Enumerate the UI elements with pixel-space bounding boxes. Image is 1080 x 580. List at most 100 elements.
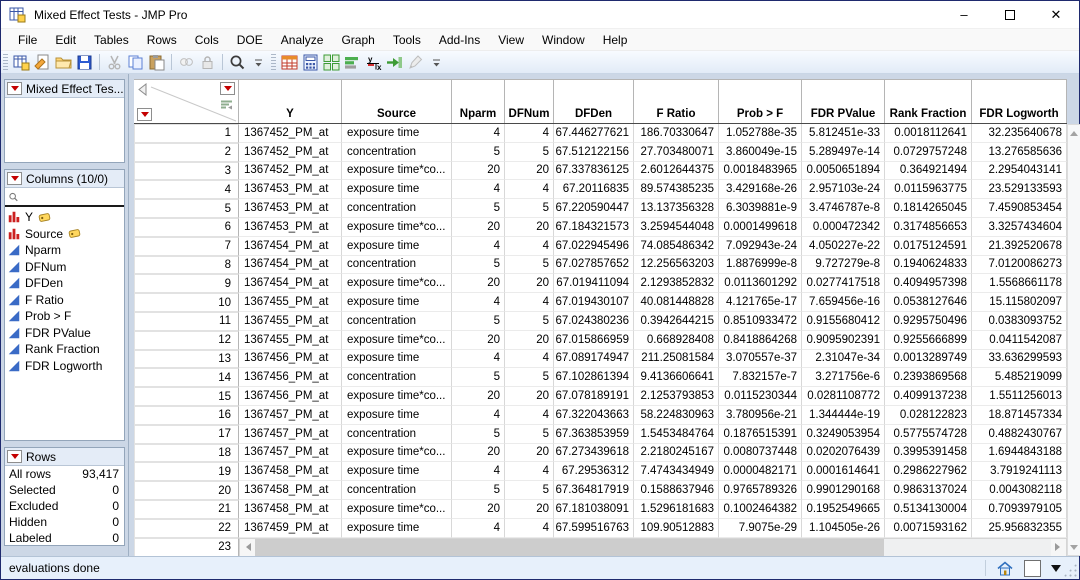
table-cell[interactable]: 0.0383093752 bbox=[972, 312, 1067, 331]
table-cell[interactable]: 0.0411542087 bbox=[972, 331, 1067, 350]
table-cell[interactable]: 67.337836125 bbox=[554, 162, 634, 181]
table-cell[interactable]: 20 bbox=[505, 162, 554, 181]
table-cell[interactable]: 0.3174856653 bbox=[885, 218, 972, 237]
horizontal-scrollbar[interactable] bbox=[239, 538, 1067, 557]
table-row[interactable]: 41367453_PM_atexposure time4467.20116835… bbox=[134, 180, 1067, 199]
table-cell[interactable]: 21.392520678 bbox=[972, 237, 1067, 256]
columns-red-triangle-icon[interactable] bbox=[220, 82, 235, 95]
table-cell[interactable]: 1.5296181683 bbox=[634, 500, 719, 519]
table-cell[interactable]: 1367458_PM_at bbox=[239, 462, 342, 481]
table-cell[interactable]: 12.256563203 bbox=[634, 256, 719, 275]
table-cell[interactable]: 4 bbox=[452, 293, 505, 312]
rows-stat-selected[interactable]: Selected0 bbox=[5, 482, 124, 498]
scroll-left-icon[interactable] bbox=[240, 539, 255, 556]
column-header-rank-fraction[interactable]: Rank Fraction bbox=[885, 80, 972, 123]
rows-red-triangle-icon[interactable] bbox=[137, 108, 152, 121]
rows-stat-labeled[interactable]: Labeled0 bbox=[5, 530, 124, 546]
table-cell[interactable]: exposure time*co... bbox=[342, 218, 452, 237]
column-header-source[interactable]: Source bbox=[342, 80, 452, 123]
table-cell[interactable]: 7.9075e-29 bbox=[719, 519, 802, 538]
table-cell[interactable]: concentration bbox=[342, 199, 452, 218]
table-cell[interactable]: 67.322043663 bbox=[554, 406, 634, 425]
table-row[interactable]: 51367453_PM_atconcentration5567.22059044… bbox=[134, 199, 1067, 218]
table-cell[interactable]: 5 bbox=[505, 143, 554, 162]
column-item-dfnum[interactable]: DFNum bbox=[5, 259, 124, 276]
table-cell[interactable]: 4 bbox=[505, 406, 554, 425]
table-row[interactable]: 151367456_PM_atexposure time*co...202067… bbox=[134, 387, 1067, 406]
table-cell[interactable]: 3.429168e-26 bbox=[719, 180, 802, 199]
menu-cols[interactable]: Cols bbox=[186, 30, 228, 50]
table-cell[interactable]: 25.956832355 bbox=[972, 519, 1067, 538]
table-cell[interactable]: 1.052788e-35 bbox=[719, 124, 802, 143]
table-cell[interactable]: exposure time*co... bbox=[342, 274, 452, 293]
table-cell[interactable]: 0.0071593162 bbox=[885, 519, 972, 538]
rows-stat-hidden[interactable]: Hidden0 bbox=[5, 514, 124, 530]
horizontal-scroll-track[interactable] bbox=[255, 539, 1051, 556]
chevron-left-icon[interactable] bbox=[137, 83, 148, 96]
table-row[interactable]: 91367454_PM_atexposure time*co...202067.… bbox=[134, 274, 1067, 293]
table-cell[interactable]: 1367457_PM_at bbox=[239, 444, 342, 463]
row-number[interactable]: 10 bbox=[134, 293, 239, 312]
table-cell[interactable]: concentration bbox=[342, 143, 452, 162]
paste-icon[interactable] bbox=[146, 52, 167, 72]
row-number[interactable]: 19 bbox=[134, 462, 239, 481]
menu-analyze[interactable]: Analyze bbox=[272, 30, 333, 50]
scroll-right-icon[interactable] bbox=[1051, 539, 1066, 556]
table-row[interactable]: 221367459_PM_atexposure time4467.5995167… bbox=[134, 519, 1067, 538]
table-cell[interactable]: 0.0043082118 bbox=[972, 481, 1067, 500]
menu-doe[interactable]: DOE bbox=[228, 30, 272, 50]
table-cell[interactable]: 1367455_PM_at bbox=[239, 312, 342, 331]
table-cell[interactable]: 5 bbox=[452, 199, 505, 218]
menu-window[interactable]: Window bbox=[533, 30, 594, 50]
table-cell[interactable]: 0.0729757248 bbox=[885, 143, 972, 162]
table-row[interactable]: 191367458_PM_atexposure time4467.2953631… bbox=[134, 462, 1067, 481]
table-row[interactable]: 201367458_PM_atconcentration5567.3648179… bbox=[134, 481, 1067, 500]
column-header-f-ratio[interactable]: F Ratio bbox=[634, 80, 719, 123]
vertical-scrollbar[interactable] bbox=[1067, 124, 1080, 556]
table-cell[interactable]: concentration bbox=[342, 256, 452, 275]
save-icon[interactable] bbox=[74, 52, 95, 72]
table-cell[interactable]: 0.0001499618 bbox=[719, 218, 802, 237]
overflow-icon[interactable] bbox=[248, 52, 269, 72]
table-cell[interactable]: 0.2393869568 bbox=[885, 368, 972, 387]
table-cell[interactable]: 67.078189191 bbox=[554, 387, 634, 406]
table-cell[interactable]: 0.3995391458 bbox=[885, 444, 972, 463]
rows-stat-all-rows[interactable]: All rows93,417 bbox=[5, 466, 124, 482]
table-row[interactable]: 11367452_PM_atexposure time4467.44627762… bbox=[134, 124, 1067, 143]
column-header-y[interactable]: Y bbox=[239, 80, 342, 123]
table-cell[interactable]: exposure time*co... bbox=[342, 500, 452, 519]
table-cell[interactable]: 67.019411094 bbox=[554, 274, 634, 293]
table-cell[interactable]: concentration bbox=[342, 425, 452, 444]
table-cell[interactable]: 20 bbox=[452, 162, 505, 181]
table-cell[interactable]: 67.102861394 bbox=[554, 368, 634, 387]
table-row[interactable]: 161367457_PM_atexposure time4467.3220436… bbox=[134, 406, 1067, 425]
table-cell[interactable]: 33.636299593 bbox=[972, 350, 1067, 369]
run-script-icon[interactable] bbox=[384, 52, 405, 72]
table-cell[interactable]: 0.9863137024 bbox=[885, 481, 972, 500]
table-cell[interactable]: 20 bbox=[452, 444, 505, 463]
table-cell[interactable]: 1367454_PM_at bbox=[239, 256, 342, 275]
table-cell[interactable]: 4 bbox=[452, 519, 505, 538]
table-cell[interactable]: 5 bbox=[505, 199, 554, 218]
menu-view[interactable]: View bbox=[489, 30, 533, 50]
column-item-nparm[interactable]: Nparm bbox=[5, 242, 124, 259]
table-cell[interactable]: 20 bbox=[505, 218, 554, 237]
table-cell[interactable]: 1.5511256013 bbox=[972, 387, 1067, 406]
home-icon[interactable] bbox=[996, 560, 1014, 577]
table-cell[interactable]: 5 bbox=[505, 425, 554, 444]
table-cell[interactable]: 0.9765789326 bbox=[719, 481, 802, 500]
table-cell[interactable]: 2.1293852832 bbox=[634, 274, 719, 293]
table-cell[interactable]: exposure time bbox=[342, 406, 452, 425]
overflow-icon[interactable] bbox=[426, 52, 447, 72]
table-cell[interactable]: 3.3257434604 bbox=[972, 218, 1067, 237]
table-cell[interactable]: 67.446277621 bbox=[554, 124, 634, 143]
row-number[interactable]: 6 bbox=[134, 218, 239, 237]
table-cell[interactable]: 0.4882430767 bbox=[972, 425, 1067, 444]
table-cell[interactable]: 67.220590447 bbox=[554, 199, 634, 218]
table-cell[interactable]: 1367456_PM_at bbox=[239, 368, 342, 387]
row-number[interactable]: 11 bbox=[134, 312, 239, 331]
table-cell[interactable]: 5.289497e-14 bbox=[802, 143, 885, 162]
copy-icon[interactable] bbox=[125, 52, 146, 72]
table-cell[interactable]: 67.015866959 bbox=[554, 331, 634, 350]
table-cell[interactable]: exposure time bbox=[342, 124, 452, 143]
